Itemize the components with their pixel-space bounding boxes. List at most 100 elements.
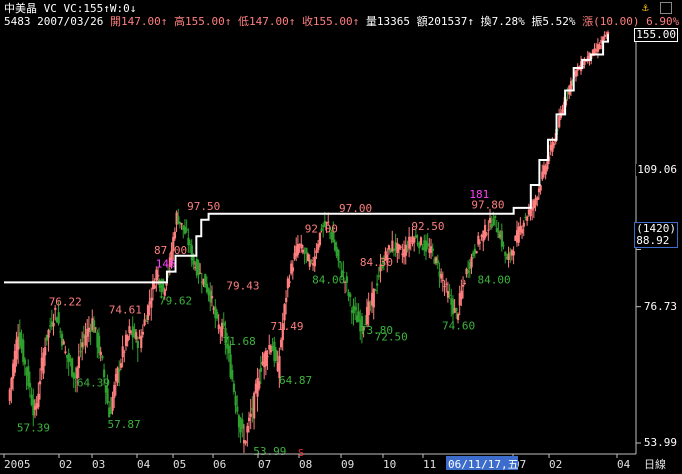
candle-body <box>310 260 313 262</box>
candle-body <box>504 251 507 256</box>
candle-body <box>441 279 445 281</box>
candle-body <box>497 231 500 239</box>
signal-marker: S <box>298 448 304 459</box>
candle-body <box>512 251 515 256</box>
candle-body <box>92 320 96 333</box>
candle-body <box>57 312 60 324</box>
high-label: 87.00 <box>154 244 187 257</box>
candle-body <box>489 217 492 223</box>
candle-body <box>291 267 295 272</box>
high-label: 74.61 <box>109 304 142 317</box>
y-tick-label: 109.06 <box>637 163 677 176</box>
candle-body <box>162 279 165 291</box>
candle-body <box>246 425 249 433</box>
candle-body <box>126 335 129 342</box>
candle-body <box>62 341 65 345</box>
candle-body <box>436 260 439 264</box>
candle-body <box>288 281 291 284</box>
quote-field: 漲(10.00) <box>582 15 647 28</box>
candle-body <box>101 356 104 359</box>
current-price-value: 155.00 <box>636 28 676 41</box>
candle-body <box>502 245 505 247</box>
candle-body <box>522 222 525 227</box>
candle-body <box>376 283 379 286</box>
window-control-icon[interactable] <box>660 2 672 14</box>
candle-body <box>296 243 300 255</box>
low-label: 72.50 <box>375 331 408 344</box>
candle-body <box>339 261 342 263</box>
candle-body <box>153 285 156 289</box>
candle-body <box>492 218 495 225</box>
candle-body <box>264 350 268 367</box>
candle-body <box>157 274 160 277</box>
x-tick-label: 08 <box>299 458 312 471</box>
candle-body <box>283 304 286 321</box>
candle-body <box>313 256 316 267</box>
candle-body <box>607 31 610 35</box>
candle-body <box>77 356 80 369</box>
pattern-label: 146 <box>156 258 176 271</box>
candle-body <box>8 389 11 401</box>
candle-body <box>406 249 409 251</box>
candle-body <box>236 406 239 412</box>
y-label-76: 76.73 <box>642 301 678 313</box>
low-label: 57.39 <box>17 421 50 434</box>
candle-body <box>146 305 150 321</box>
candle-body <box>413 237 416 243</box>
quote-field: 換7.28% <box>480 15 532 28</box>
x-tick-label: 10 <box>383 458 396 471</box>
candle-body <box>286 278 289 289</box>
candle-body <box>305 247 308 254</box>
candle-body <box>495 227 498 232</box>
candle-body <box>300 243 303 249</box>
candle-body <box>285 297 288 303</box>
candle-body <box>377 275 380 277</box>
candle-body <box>526 216 529 221</box>
quote-field: 量13365 <box>365 15 417 28</box>
candle-body <box>598 44 601 50</box>
candle-body <box>448 294 451 296</box>
period-unit-label[interactable]: 日線 <box>644 457 666 471</box>
chart-background <box>0 0 682 474</box>
candle-body <box>248 417 251 422</box>
candle-body <box>81 342 84 348</box>
low-label: 57.87 <box>108 418 141 431</box>
candle-body <box>487 229 490 231</box>
candle-body <box>354 307 357 311</box>
candle-body <box>199 272 202 274</box>
candle-body <box>414 235 418 238</box>
candle-body <box>241 419 244 429</box>
candle-body <box>478 242 482 244</box>
x-tick-label: 03 <box>92 458 105 471</box>
candle-body <box>52 322 55 327</box>
bell-icon[interactable]: ⚓ <box>642 2 654 14</box>
candle-body <box>59 331 62 333</box>
cursor-value-box: (1420) 88.92 <box>634 222 678 248</box>
candle-body <box>337 249 340 261</box>
candle-body <box>266 356 269 358</box>
candle-body <box>440 273 443 279</box>
quote-field: 高155.00↑ <box>173 15 238 28</box>
stock-code: 5483 <box>4 15 31 28</box>
quote-field: 開147.00↑ <box>103 15 174 28</box>
quote-field: 振5.52% <box>531 15 583 28</box>
high-label: 76.22 <box>49 295 82 308</box>
candle-body <box>135 332 138 340</box>
candle-body <box>569 81 573 91</box>
x-tick-label: 07 <box>258 458 271 471</box>
candle-body <box>280 339 283 348</box>
candle-body <box>253 392 256 419</box>
candle-body <box>470 256 473 268</box>
candle-body <box>462 284 465 287</box>
candle-body <box>42 352 45 374</box>
candlestick-chart: 76.22 74.61 87.00 97.50 79.43 71.49 92.0097.00… <box>0 0 682 474</box>
candle-body <box>217 324 220 330</box>
candle-body <box>404 244 407 256</box>
candle-body <box>189 243 192 245</box>
quote-field: 收155.00↑ <box>301 15 366 28</box>
candle-body <box>118 369 121 372</box>
candle-body <box>145 320 148 322</box>
candle-body <box>150 297 153 308</box>
stock-name: 中美晶 <box>4 2 37 15</box>
high-label: 97.00 <box>339 202 372 215</box>
